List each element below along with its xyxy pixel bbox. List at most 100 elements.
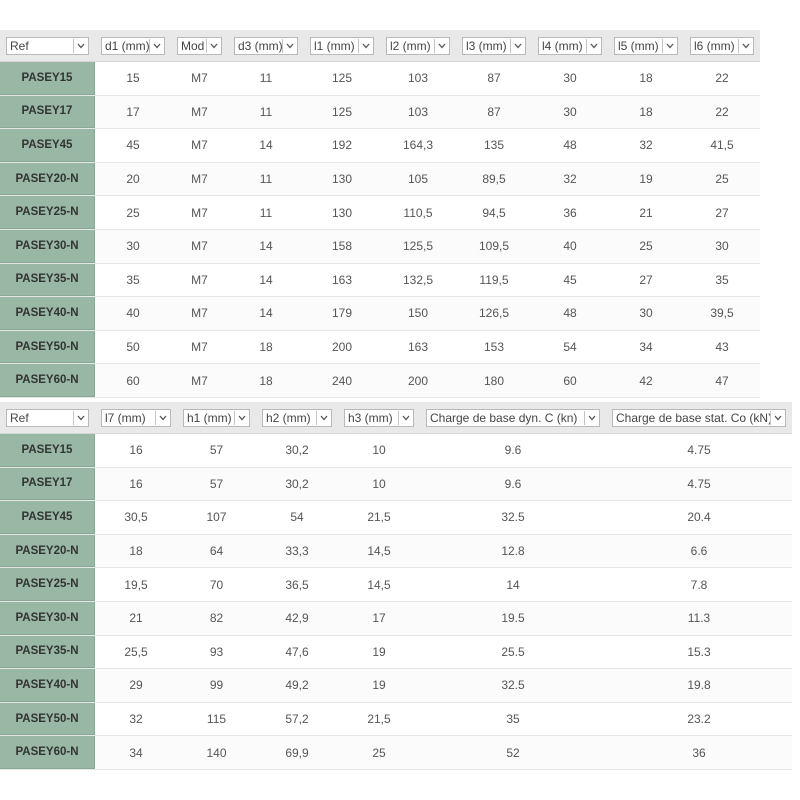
filter-select-l6-mm[interactable]: l6 (mm) bbox=[690, 37, 754, 55]
table-body: PASEY15 15 M7 11 125 103 87 30 18 22 PASEY17 17 M7 11… bbox=[0, 62, 760, 398]
filter-select-l7-mm[interactable]: l7 (mm) bbox=[101, 409, 171, 427]
chevron-down-icon bbox=[434, 39, 448, 53]
table-cell: 99 bbox=[209, 678, 224, 693]
chevron-down-icon bbox=[73, 411, 87, 425]
filter-select-ref[interactable]: Ref bbox=[6, 37, 89, 55]
chevron-down-icon bbox=[358, 39, 372, 53]
table-body: PASEY15 16 57 30,2 10 9.6 4.75 PASEY17 16 57 30,2 1… bbox=[0, 434, 792, 770]
table-row: PASEY50-N 32 115 57,2 21,5 35 23.2 bbox=[0, 702, 792, 737]
table-cell: 32.5 bbox=[501, 678, 525, 693]
table-row: PASEY60-N 34 140 69,9 25 52 36 bbox=[0, 736, 792, 770]
filter-select-mod[interactable]: Mod bbox=[177, 37, 222, 55]
table-cell: 87 bbox=[487, 104, 501, 119]
table-cell: 20 bbox=[126, 172, 140, 187]
table-cell: 18 bbox=[639, 104, 653, 119]
header-cell: Ref bbox=[0, 402, 95, 434]
table-row: PASEY20-N 20 M7 11 130 105 89,5 32 19 25 bbox=[0, 162, 760, 197]
table-cell: 140 bbox=[206, 745, 227, 760]
table-cell: 14,5 bbox=[367, 544, 391, 559]
dimensions-table: Ref d1 (mm) Mod d3 (mm) l1 (mm) l2 (mm) l3 (mm… bbox=[0, 30, 760, 398]
filter-select-l4-mm[interactable]: l4 (mm) bbox=[538, 37, 602, 55]
header-cell: d3 (mm) bbox=[228, 30, 304, 62]
table-cell: 105 bbox=[407, 172, 429, 187]
table-cell: 36,5 bbox=[285, 577, 309, 592]
filter-select-l1-mm[interactable]: l1 (mm) bbox=[310, 37, 374, 55]
ref-cell: PASEY25-N bbox=[0, 568, 95, 601]
chevron-down-icon bbox=[206, 39, 220, 53]
table-cell: 107 bbox=[206, 510, 227, 525]
filter-select-h1-mm[interactable]: h1 (mm) bbox=[183, 409, 250, 427]
ref-cell: PASEY15 bbox=[0, 62, 95, 95]
table-cell: 22 bbox=[715, 104, 729, 119]
table-cell: 240 bbox=[331, 373, 353, 388]
table-header: Ref d1 (mm) Mod d3 (mm) l1 (mm) l2 (mm) l3 (mm… bbox=[0, 30, 760, 62]
table-cell: 14 bbox=[259, 272, 273, 287]
table-cell: M7 bbox=[191, 373, 208, 388]
chevron-down-icon bbox=[510, 39, 524, 53]
header-cell: l2 (mm) bbox=[380, 30, 456, 62]
table-cell: 25 bbox=[126, 205, 140, 220]
filter-select-h2-mm[interactable]: h2 (mm) bbox=[262, 409, 332, 427]
table-cell: 4.75 bbox=[687, 443, 711, 458]
table-cell: 22 bbox=[715, 71, 729, 86]
filter-select-l5-mm[interactable]: l5 (mm) bbox=[614, 37, 678, 55]
table-cell: 40 bbox=[126, 306, 140, 321]
table-cell: 15 bbox=[126, 71, 140, 86]
chevron-down-icon bbox=[234, 411, 248, 425]
table-cell: 45 bbox=[563, 272, 577, 287]
ref-cell: PASEY45 bbox=[0, 129, 95, 162]
table-cell: 19.5 bbox=[501, 611, 525, 626]
filter-select-value: l2 (mm) bbox=[390, 39, 431, 53]
table-row: PASEY45 30,5 107 54 21,5 32.5 20.4 bbox=[0, 501, 792, 535]
table-cell: 64 bbox=[209, 544, 224, 559]
table-cell: 14 bbox=[506, 577, 520, 592]
header-cell: Charge de base stat. Co (kN) bbox=[606, 402, 792, 434]
table-cell: 25,5 bbox=[124, 644, 148, 659]
filter-select-h3-mm[interactable]: h3 (mm) bbox=[344, 409, 414, 427]
table-cell: 11 bbox=[259, 71, 273, 86]
filter-select-value: l7 (mm) bbox=[105, 411, 146, 425]
table-cell: 153 bbox=[483, 340, 505, 355]
filter-select-charge-de-base-stat-co-kn[interactable]: Charge de base stat. Co (kN) bbox=[612, 409, 786, 427]
header-cell: l1 (mm) bbox=[304, 30, 380, 62]
table-cell: M7 bbox=[191, 138, 208, 153]
table-cell: 14 bbox=[259, 138, 273, 153]
table-row: PASEY15 16 57 30,2 10 9.6 4.75 bbox=[0, 434, 792, 468]
table-cell: 42,9 bbox=[285, 611, 309, 626]
filter-select-value: h2 (mm) bbox=[266, 411, 311, 425]
header-cell: l6 (mm) bbox=[684, 30, 760, 62]
filter-select-charge-de-base-dyn-c-kn[interactable]: Charge de base dyn. C (kn) bbox=[426, 409, 600, 427]
table-cell: 11 bbox=[259, 104, 273, 119]
ref-cell: PASEY30-N bbox=[0, 229, 95, 263]
table-cell: 34 bbox=[129, 745, 143, 760]
filter-select-l3-mm[interactable]: l3 (mm) bbox=[462, 37, 526, 55]
filter-select-d1-mm[interactable]: d1 (mm) bbox=[101, 37, 165, 55]
chevron-down-icon bbox=[586, 39, 600, 53]
table-cell: M7 bbox=[191, 272, 208, 287]
header-cell: Charge de base dyn. C (kn) bbox=[420, 402, 606, 434]
table-cell: M7 bbox=[191, 239, 208, 254]
table-cell: 200 bbox=[331, 340, 353, 355]
table-cell: 89,5 bbox=[482, 172, 506, 187]
filter-select-d3-mm[interactable]: d3 (mm) bbox=[234, 37, 298, 55]
table-row: PASEY40-N 40 M7 14 179 150 126,5 48 30 39,5 bbox=[0, 297, 760, 331]
table-cell: 54 bbox=[563, 340, 577, 355]
table-cell: 192 bbox=[331, 138, 353, 153]
table-cell: 18 bbox=[259, 373, 273, 388]
filter-select-ref[interactable]: Ref bbox=[6, 409, 89, 427]
table-row: PASEY25-N 19,5 70 36,5 14,5 14 7.8 bbox=[0, 568, 792, 602]
table-cell: 25 bbox=[639, 239, 653, 254]
table-cell: 14,5 bbox=[367, 577, 391, 592]
table-cell: 14 bbox=[259, 239, 273, 254]
table-cell: 19,5 bbox=[124, 577, 148, 592]
table-cell: 10 bbox=[372, 476, 386, 491]
table-cell: 19 bbox=[372, 678, 386, 693]
ref-cell: PASEY15 bbox=[0, 434, 95, 467]
table-cell: 25 bbox=[715, 172, 729, 187]
table-cell: 19 bbox=[372, 644, 386, 659]
chevron-down-icon bbox=[73, 39, 87, 53]
table-cell: 47,6 bbox=[285, 644, 309, 659]
filter-select-l2-mm[interactable]: l2 (mm) bbox=[386, 37, 450, 55]
filter-select-value: l6 (mm) bbox=[694, 39, 735, 53]
chevron-down-icon bbox=[738, 39, 752, 53]
